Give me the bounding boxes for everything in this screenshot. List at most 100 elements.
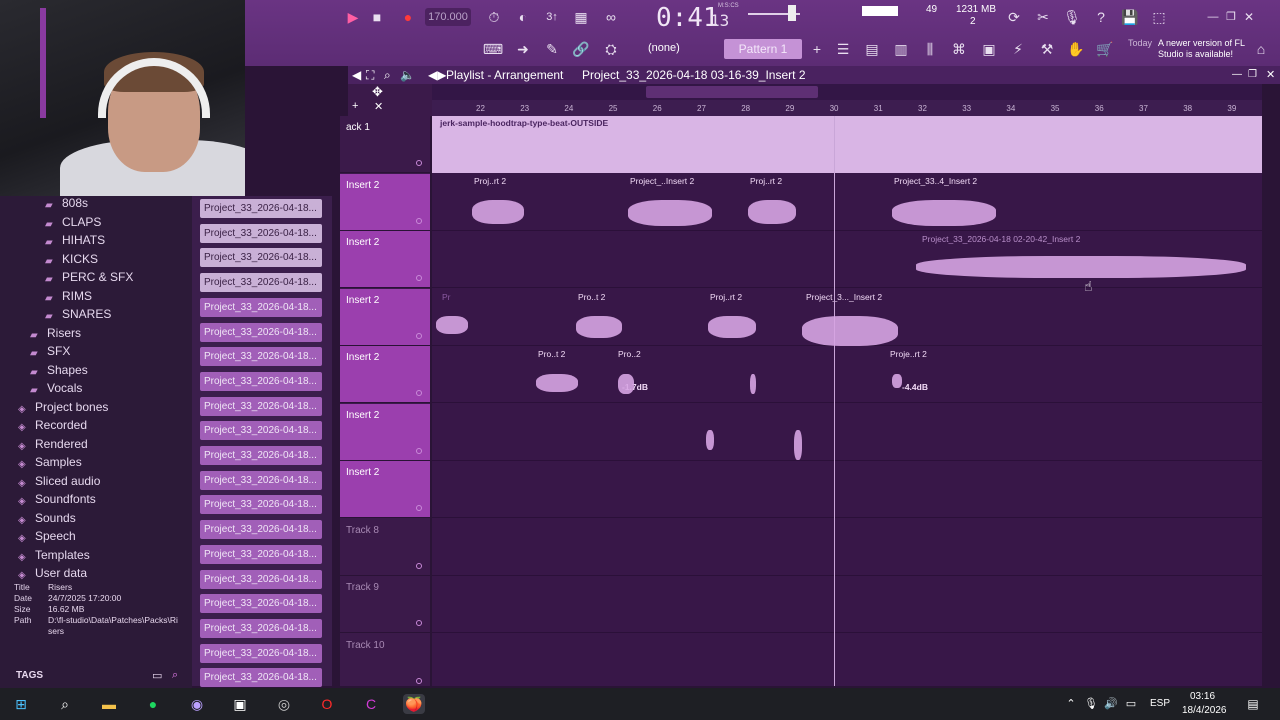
track-mute-icon[interactable] xyxy=(416,275,422,281)
audio-clip-waveform[interactable] xyxy=(748,200,796,224)
search-icon[interactable]: ⌕ xyxy=(172,669,178,682)
scroll-thumb[interactable] xyxy=(646,86,818,98)
browser-item[interactable]: ▰ Vocals xyxy=(30,381,82,396)
track-mute-icon[interactable] xyxy=(416,217,422,224)
track-mute-icon[interactable] xyxy=(416,505,422,511)
browser-item[interactable]: ◈ Sliced audio xyxy=(18,474,100,489)
metronome-icon[interactable]: ⏱ xyxy=(483,6,505,28)
time-mode[interactable]: M:S:CS xyxy=(718,3,739,9)
browser-item[interactable]: ▰ SNARES xyxy=(45,307,111,322)
track-lane[interactable] xyxy=(432,519,1262,576)
pattern-list-item[interactable]: Project_33_2026-04-18... xyxy=(200,618,322,638)
folder-icon[interactable]: ▭ xyxy=(152,669,162,682)
pattern-list-item[interactable]: Project_33_2026-04-18... xyxy=(200,569,322,589)
track-lane[interactable] xyxy=(432,404,1262,461)
audio-clip-waveform[interactable] xyxy=(892,200,996,226)
audio-clip-waveform[interactable] xyxy=(706,430,714,450)
capcut-icon[interactable]: ▣ xyxy=(229,694,251,714)
add-track-icon[interactable]: + xyxy=(352,100,358,112)
browser-item[interactable]: ▰ Risers xyxy=(30,326,81,341)
track-header[interactable]: Insert 2 xyxy=(340,173,430,231)
tools-icon[interactable]: ⚒ xyxy=(1036,38,1058,60)
browser-item[interactable]: ◈ Samples xyxy=(18,455,82,470)
playlist-icon[interactable]: ☰ xyxy=(832,38,854,60)
track-mute-icon[interactable] xyxy=(416,677,422,684)
browser-item[interactable]: ◈ Templates xyxy=(18,548,90,563)
playhead[interactable] xyxy=(834,116,835,686)
window-maximize-icon[interactable]: ❐ xyxy=(1248,66,1257,84)
pattern-list-item[interactable]: Project_33_2026-04-18... xyxy=(200,495,322,515)
volume-icon[interactable]: 🔊 xyxy=(1100,694,1122,714)
notification-icon[interactable]: ▤ xyxy=(1242,694,1264,714)
obs-icon[interactable]: ◎ xyxy=(273,694,295,714)
help-icon[interactable]: ? xyxy=(1090,6,1112,28)
pattern-list-item[interactable]: Project_33_2026-04-18... xyxy=(200,273,322,293)
audio-clip-waveform[interactable] xyxy=(750,374,756,394)
record-icon[interactable]: ● xyxy=(397,6,419,28)
pattern-list-item[interactable]: Project_33_2026-04-18... xyxy=(200,322,322,342)
news-icon[interactable]: ⌂ xyxy=(1250,38,1272,60)
track-header[interactable]: Insert 2 xyxy=(340,403,430,461)
browser-item[interactable]: ▰ PERC & SFX xyxy=(45,270,133,285)
browser-item[interactable]: ▰ 808s xyxy=(45,196,88,211)
mixer-icon[interactable]: ⫼ xyxy=(919,38,941,60)
playlist-menu-icon[interactable]: ◀ xyxy=(352,66,361,84)
network-icon[interactable]: ▭ xyxy=(1120,694,1142,714)
snap-icon[interactable]: ✥ xyxy=(372,84,383,100)
pattern-list-item[interactable]: Project_33_2026-04-18... xyxy=(200,297,322,317)
track-mute-icon[interactable] xyxy=(416,390,422,396)
track-mute-icon[interactable] xyxy=(416,447,422,454)
countdown-icon[interactable]: 3↑ xyxy=(541,6,563,28)
audio-clip-waveform[interactable] xyxy=(536,374,578,392)
playlist-grid[interactable]: jerk-sample-hoodtrap-type-beat-OUTSIDE P… xyxy=(432,116,1262,686)
language-indicator[interactable]: ESP xyxy=(1150,698,1170,709)
browser-item[interactable]: ◈ Rendered xyxy=(18,437,88,452)
timeline-ruler[interactable]: 22 23 24 25 26 27 28 29 30 31 32 33 34 35 36 37 38 39 xyxy=(432,100,1262,116)
fl-studio-icon[interactable]: 🍑 xyxy=(403,694,425,714)
audio-clip-waveform[interactable] xyxy=(576,316,622,338)
pattern-list-item[interactable]: Project_33_2026-04-18... xyxy=(200,470,322,490)
refresh-icon[interactable]: ⟳ xyxy=(1003,6,1025,28)
news-message[interactable]: A newer version of FL Studio is availabl… xyxy=(1158,38,1248,60)
draw-icon[interactable]: ✎ xyxy=(541,38,563,60)
audio-clip-waveform[interactable] xyxy=(802,316,898,346)
clock-time[interactable]: 03:16 xyxy=(1190,691,1215,702)
track-lane[interactable] xyxy=(432,174,1262,231)
arrow-icon[interactable]: ➜ xyxy=(512,38,534,60)
pattern-list-item[interactable]: Project_33_2026-04-18... xyxy=(200,668,322,688)
link-icon[interactable]: 🔗 xyxy=(570,38,592,60)
audio-clip-waveform[interactable] xyxy=(916,256,1246,278)
loop-record-icon[interactable]: ∞ xyxy=(600,6,622,28)
track-header[interactable]: Insert 2 xyxy=(340,231,430,288)
browser-item[interactable]: ◈ Project bones xyxy=(18,400,108,415)
track-mute-icon[interactable] xyxy=(416,160,422,166)
app-icon[interactable]: ◉ xyxy=(186,694,208,714)
pattern-list-item[interactable]: Project_33_2026-04-18... xyxy=(200,544,322,564)
clock-date[interactable]: 18/4/2026 xyxy=(1182,705,1227,716)
search-icon[interactable]: ⌕ xyxy=(384,66,391,84)
track-lane[interactable] xyxy=(432,634,1262,687)
browser-item[interactable]: ◈ Recorded xyxy=(18,418,87,433)
scroll-bar-horizontal[interactable] xyxy=(432,84,1262,100)
browser-item[interactable]: ◈ Soundfonts xyxy=(18,492,96,507)
track-header[interactable]: Insert 2 xyxy=(340,346,430,403)
audio-clip-waveform[interactable] xyxy=(436,316,468,334)
microphone-icon[interactable]: 🎙 xyxy=(1080,694,1102,714)
browser-item[interactable]: ▰ HIHATS xyxy=(45,233,105,248)
pattern-list-item[interactable]: Project_33_2026-04-18... xyxy=(200,594,322,614)
pattern-list-item[interactable]: Project_33_2026-04-18... xyxy=(200,371,322,391)
browser-item[interactable]: ◈ Sounds xyxy=(18,511,76,526)
track-header[interactable]: ack 1 xyxy=(340,116,430,173)
browser-item[interactable]: ▰ SFX xyxy=(30,344,70,359)
wait-icon[interactable]: ◐ xyxy=(512,6,534,28)
tuning-icon[interactable]: ✂ xyxy=(1032,6,1054,28)
tempo-display[interactable]: 170.000 xyxy=(425,8,471,26)
window-minimize-icon[interactable]: — xyxy=(1232,66,1242,84)
track-mute-icon[interactable] xyxy=(416,562,422,569)
pattern-list-item[interactable]: Project_33_2026-04-18... xyxy=(200,421,322,441)
close-icon[interactable]: ✕ xyxy=(1238,6,1260,28)
track-header[interactable]: Insert 2 xyxy=(340,461,430,518)
add-pattern-icon[interactable]: + xyxy=(806,38,828,60)
browser-item[interactable]: ◈ Speech xyxy=(18,529,76,544)
track-header[interactable]: Track 10 xyxy=(340,634,430,691)
